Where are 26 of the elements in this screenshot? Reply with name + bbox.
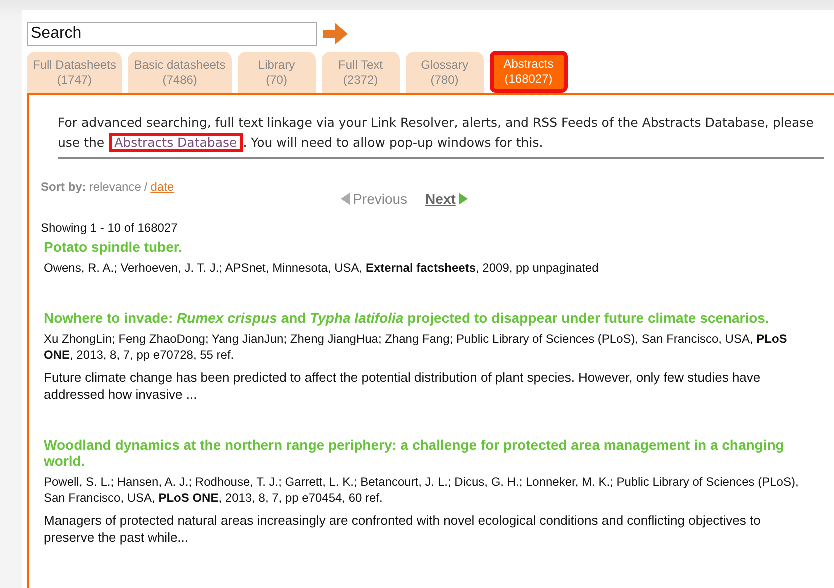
- tab[interactable]: Full Text (2372): [322, 52, 400, 93]
- sort-option: relevance: [89, 180, 142, 194]
- search-arrow-button[interactable]: [323, 22, 349, 46]
- sort-label: Sort by:: [41, 180, 86, 194]
- next-link[interactable]: Next: [426, 191, 468, 207]
- result-citation: Powell, S. L.; Hansen, A. J.; Rodhouse, T. J.; Garrett, L. K.; Betancourt, J. L.; Dicus, G. H.; Lonneker, M. K.; Public Library of Sciences (PLoS), San Francisco, USA, PLoS ONE, 2013, 8, 7, pp e70454, 60 ref.: [44, 474, 800, 506]
- tab[interactable]: Full Datasheets (1747): [27, 52, 122, 93]
- results-count: Showing 1 - 10 of 168027: [41, 221, 179, 235]
- result-title[interactable]: Woodland dynamics at the northern range periphery: a challenge for protected area management in a changing world.: [44, 437, 804, 469]
- result-title[interactable]: Nowhere to invade: Rumex crispus and Typha latifolia projected to disappear under future climate scenarios.: [44, 310, 804, 326]
- left-triangle-icon: [341, 193, 350, 205]
- result-abstract: Future climate change has been predicted to affect the potential distribution of plant species. However, only few studies have addressed how invasive ...: [44, 369, 762, 403]
- result-title[interactable]: Potato spindle tuber.: [44, 239, 804, 255]
- result-citation: Owens, R. A.; Verhoeven, J. T. J.; APSnet, Minnesota, USA, External factsheets, 2009, pp unpaginated: [44, 260, 600, 276]
- tab[interactable]: Library (70): [238, 52, 316, 93]
- sort-separator: /: [144, 180, 148, 194]
- result-citation: Xu ZhongLin; Feng ZhaoDong; Yang JianJun; Zheng JiangHua; Zhang Fang; Public Library of Sciences (PLoS), San Francisco, USA, PLoS ONE, 2013, 8, 7, pp e70728, 55 ref.: [44, 331, 788, 363]
- tab[interactable]: Abstracts (168027): [490, 51, 568, 93]
- sort-link[interactable]: date: [150, 180, 174, 194]
- notice-text: For advanced searching, full text linkage via your Link Resolver, alerts, and RSS Feeds of the Abstracts Database, please use the Abstracts Database . You will need to allow pop-up windows for this.: [58, 113, 824, 159]
- result-abstract: Managers of protected natural areas increasingly are confronted with novel ecological conditions and conflicting objectives to preserve the past while...: [44, 512, 762, 546]
- search-field[interactable]: Search: [27, 22, 317, 46]
- tab[interactable]: Basic datasheets (7486): [128, 52, 232, 93]
- abstracts-database-link[interactable]: Abstracts Database: [108, 133, 244, 152]
- tab[interactable]: Glossary (780): [406, 52, 484, 93]
- right-triangle-icon: [458, 193, 468, 205]
